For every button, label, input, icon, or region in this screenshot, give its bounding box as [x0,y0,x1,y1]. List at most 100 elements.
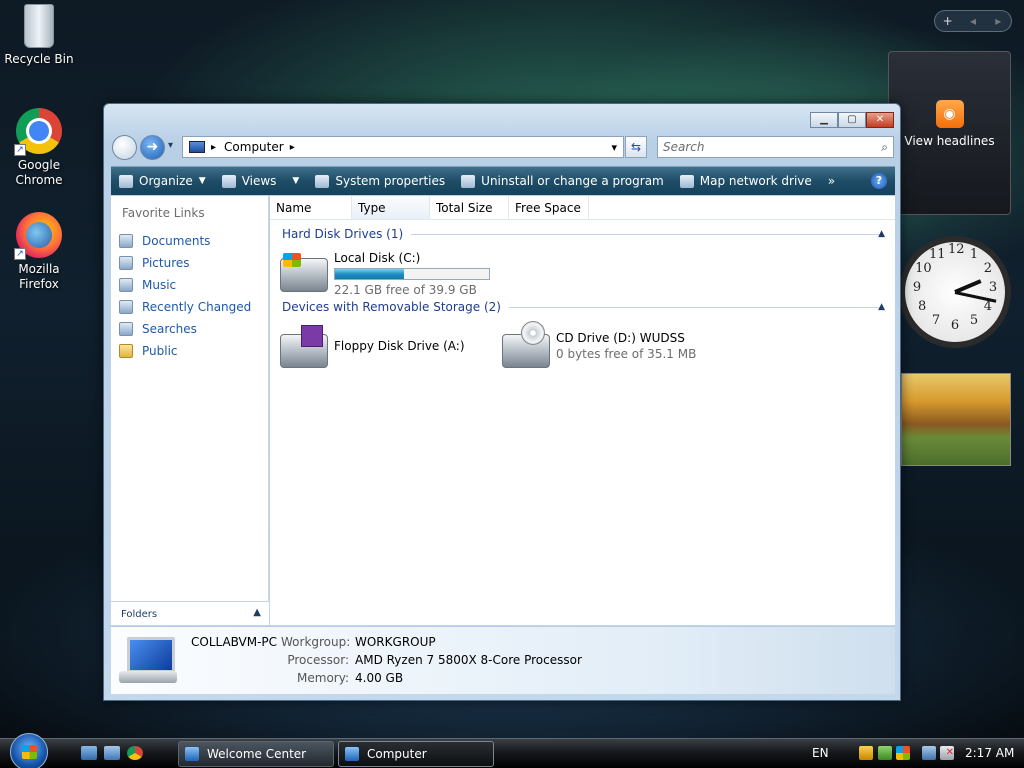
welcome-center-icon [185,747,199,761]
cd-disc-icon [521,321,545,345]
refresh-button[interactable]: ⇆ [625,136,647,158]
uninstall-label: Uninstall or change a program [481,174,664,188]
drive-usage-fill [335,269,404,279]
sidebar-controls: + ◂ ▸ [934,10,1012,32]
address-location[interactable]: Computer [224,140,284,154]
drive-free-space: 0 bytes free of 35.1 MB [556,347,697,361]
uninstall-icon [461,174,476,188]
search-input[interactable]: Search ⌕ [657,136,894,158]
group-removable-storage[interactable]: Devices with Removable Storage (2) ▲ [270,296,895,318]
column-header-name[interactable]: Name [270,196,352,219]
feed-headlines-gadget[interactable]: ◉ View headlines [888,51,1011,215]
drive-name: CD Drive (D:) WUDSS [556,331,685,345]
network-icon[interactable] [922,746,936,760]
clock-number: 9 [912,280,922,295]
taskbar-item-computer[interactable]: Computer [338,741,494,767]
chevron-up-icon: ▲ [878,302,885,312]
favorite-link-public[interactable]: Public [111,340,268,362]
favorite-link-label: Documents [142,234,211,248]
organize-button[interactable]: Organize ▼ [111,167,214,195]
favorite-link-pictures[interactable]: Pictures [111,252,268,274]
map-network-drive-button[interactable]: Map network drive [672,167,820,195]
back-button[interactable] [112,135,137,160]
windows-flag-icon[interactable] [896,746,910,760]
views-button[interactable]: Views ▼ [214,167,308,195]
details-pane: COLLABVM-PC Workgroup: WORKGROUP Process… [111,626,895,694]
drive-cd-d[interactable]: CD Drive (D:) WUDSS 0 bytes free of 35.1… [502,321,697,368]
favorite-link-recently-changed[interactable]: Recently Changed [111,296,268,318]
drive-floppy-a[interactable]: Floppy Disk Drive (A:) [280,325,465,368]
system-properties-button[interactable]: System properties [307,167,453,195]
address-bar[interactable]: ▸ Computer ▸ ▾ [182,136,624,158]
clock-gadget[interactable]: 12 1 2 3 4 5 6 7 8 9 10 11 [899,232,1011,356]
next-page-button[interactable]: ▸ [986,14,1011,28]
window-controls: ▁ ▢ ✕ [810,112,894,128]
favorite-link-label: Music [142,278,177,292]
group-hard-disk-drives[interactable]: Hard Disk Drives (1) ▲ [270,223,895,245]
address-dropdown-icon[interactable]: ▾ [611,141,617,154]
group-divider [508,306,881,308]
recent-pages-dropdown-icon[interactable]: ▾ [168,140,173,151]
clock-number: 6 [950,318,960,333]
slideshow-gadget[interactable] [901,373,1011,466]
volume-muted-icon[interactable]: ✕ [940,746,954,760]
clock-number: 12 [948,242,965,257]
language-indicator[interactable]: EN [812,746,829,760]
favorite-link-searches[interactable]: Searches [111,318,268,340]
recycle-bin-icon [24,4,54,48]
uninstall-program-button[interactable]: Uninstall or change a program [453,167,672,195]
clock-number: 10 [915,261,932,276]
favorite-link-documents[interactable]: Documents [111,230,268,252]
maximize-button[interactable]: ▢ [838,112,866,128]
folders-toggle[interactable]: Folders ▲ [111,601,269,625]
workgroup-label: Workgroup: [281,635,351,649]
group-title: Devices with Removable Storage (2) [282,300,501,314]
clock-number: 8 [917,299,927,314]
minimize-button[interactable]: ▁ [810,112,838,128]
favorite-link-label: Recently Changed [142,300,252,314]
drive-usage-bar [334,268,490,280]
clock-number: 2 [983,261,993,276]
show-desktop-icon[interactable] [81,746,97,760]
desktop-icon-recycle-bin[interactable]: Recycle Bin [1,4,77,67]
taskbar-item-welcome-center[interactable]: Welcome Center [178,741,334,767]
navigation-pane: Favorite Links Documents Pictures Music … [111,196,269,625]
search-icon[interactable]: ⌕ [881,137,888,157]
help-icon[interactable]: ? [871,173,887,189]
group-divider [411,233,881,235]
more-commands-button[interactable]: » [820,167,843,195]
command-toolbar: Organize ▼ Views ▼ System properties Uni… [111,166,895,195]
desktop-icon-mozilla-firefox[interactable]: ↗ Mozilla Firefox [1,212,77,292]
clock-number: 1 [969,247,979,263]
column-header-type[interactable]: Type [352,196,430,219]
clock-time[interactable]: 2:17 AM [965,746,1014,760]
computer-base-shape [119,671,177,683]
computer-window: ▁ ▢ ✕ ➜ ▾ ▸ Computer ▸ ▾ ⇆ Search ⌕ Orga… [103,103,901,701]
drive-local-disk-c[interactable]: Local Disk (C:) 22.1 GB free of 39.9 GB [280,250,490,298]
searches-icon [119,322,133,336]
group-title: Hard Disk Drives (1) [282,227,404,241]
add-gadget-button[interactable]: + [935,14,960,28]
switch-windows-icon[interactable] [104,746,120,760]
navigation-bar: ➜ ▾ ▸ Computer ▸ ▾ ⇆ Search ⌕ [112,134,894,160]
start-button[interactable] [10,733,48,768]
previous-page-button[interactable]: ◂ [960,14,985,28]
security-shield-icon[interactable] [859,746,873,760]
clock-number: 11 [929,247,946,263]
chrome-icon[interactable] [127,746,143,760]
memory-label: Memory: [297,671,349,685]
windows-update-icon[interactable] [878,746,892,760]
organize-label: Organize [139,174,193,188]
column-header-free-space[interactable]: Free Space [509,196,589,219]
close-button[interactable]: ✕ [866,112,894,128]
favorite-link-label: Pictures [142,256,190,270]
favorite-link-label: Public [142,344,178,358]
favorite-link-music[interactable]: Music [111,274,268,296]
desktop-icon-google-chrome[interactable]: ↗ Google Chrome [1,108,77,188]
address-arrow-icon[interactable]: ▸ [290,142,295,153]
address-arrow-icon[interactable]: ▸ [211,142,216,153]
forward-button[interactable]: ➜ [140,135,165,160]
cd-drive-icon [502,321,550,368]
column-header-total-size[interactable]: Total Size [430,196,509,219]
views-icon [221,174,236,188]
